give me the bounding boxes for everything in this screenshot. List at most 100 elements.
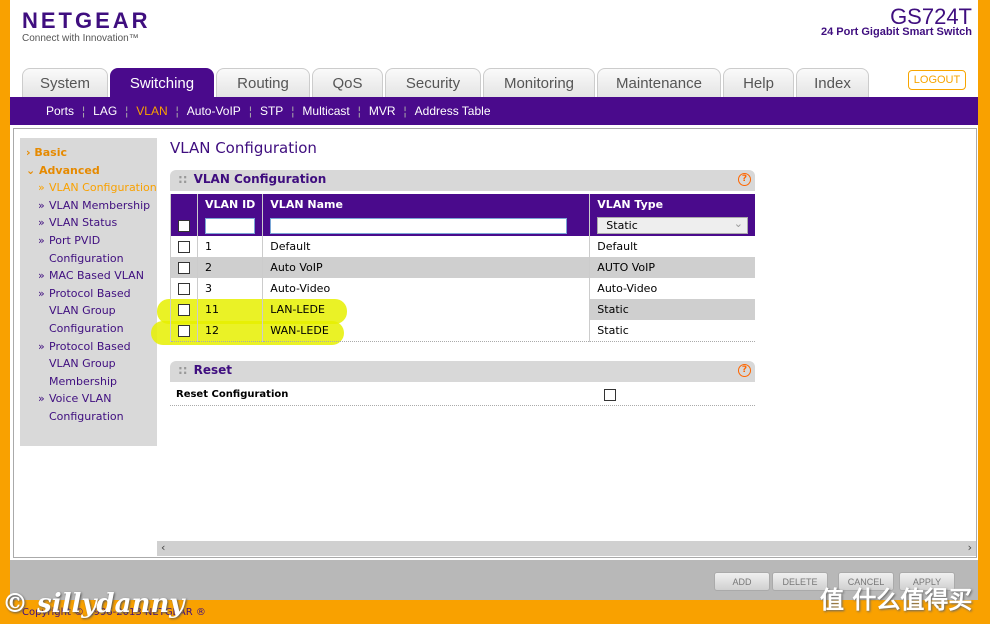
watermark-sillydanny: © sillydanny xyxy=(2,589,185,619)
cell-name: WAN-LEDE xyxy=(262,320,590,342)
tab-maintenance[interactable]: Maintenance xyxy=(597,68,721,97)
bullet-icon: » xyxy=(38,198,45,212)
reset-config-label: Reset Configuration xyxy=(176,389,289,400)
cell-name: Auto VoIP xyxy=(262,257,590,278)
table-row: 3 Auto-Video Auto-Video xyxy=(170,278,755,299)
watermark-smzdm: 值 什么值得买 xyxy=(820,586,973,614)
cell-id: 3 xyxy=(196,278,263,299)
row-checkbox[interactable] xyxy=(178,324,190,337)
vlan-name-input[interactable] xyxy=(270,217,568,234)
row-checkbox[interactable] xyxy=(178,241,190,253)
sidebar-item-label: Protocol Based VLAN Group Membership xyxy=(49,339,131,388)
sidebar-item-label: MAC Based VLAN xyxy=(49,269,144,283)
select-column-header xyxy=(170,194,198,215)
subnav-multicast[interactable]: Multicast xyxy=(294,104,357,118)
scroll-left-icon[interactable]: ‹ xyxy=(161,541,165,554)
sidebar-item[interactable]: » Voice VLAN Configuration xyxy=(26,390,157,425)
scroll-right-icon[interactable]: › xyxy=(968,541,972,554)
select-cell xyxy=(170,236,198,257)
subnav-vlan[interactable]: VLAN xyxy=(128,104,175,118)
tab-monitoring[interactable]: Monitoring xyxy=(483,68,595,97)
cell-type: Static xyxy=(589,320,755,342)
sidebar-item-label: VLAN Configuration xyxy=(49,181,157,195)
tab-switching[interactable]: Switching xyxy=(110,68,214,97)
help-icon[interactable]: ? xyxy=(738,173,751,186)
logout-button[interactable]: LOGOUT xyxy=(908,70,966,90)
sidebar-item[interactable]: » VLAN Membership xyxy=(26,197,157,215)
subnav-address-table[interactable]: Address Table xyxy=(407,104,499,118)
row-checkbox[interactable] xyxy=(178,283,190,295)
cell-id: 12 xyxy=(196,320,263,342)
tab-qos[interactable]: QoS xyxy=(312,68,383,97)
add-button[interactable]: ADD xyxy=(714,572,770,591)
help-icon[interactable]: ? xyxy=(738,364,751,377)
tab-help[interactable]: Help xyxy=(723,68,794,97)
select-cell xyxy=(170,320,198,342)
reset-title: Reset xyxy=(193,363,233,377)
sidebar-item-label: VLAN Membership xyxy=(49,198,151,212)
tagline: Connect with Innovation™ xyxy=(22,33,139,44)
tab-security[interactable]: Security xyxy=(385,68,481,97)
table-row: 12 WAN-LEDE Static xyxy=(170,320,755,342)
cell-id: 2 xyxy=(196,257,263,278)
bullet-icon: » xyxy=(38,216,45,230)
reset-header: :: Reset? xyxy=(170,361,755,382)
row-checkbox[interactable] xyxy=(178,304,190,316)
main-tabs: System Switching Routing QoS Security Monitor… xyxy=(22,68,869,97)
vlan-type-select[interactable]: Static xyxy=(597,216,748,234)
select-cell xyxy=(170,299,198,320)
cell-type: Static xyxy=(589,299,755,320)
bullet-icon: » xyxy=(38,269,45,283)
subnav-ports[interactable]: Ports xyxy=(38,104,82,118)
reset-row: Reset Configuration xyxy=(170,385,755,406)
table-row: 1 Default Default xyxy=(170,236,755,257)
tab-routing[interactable]: Routing xyxy=(216,68,310,97)
subnav-mvr[interactable]: MVR xyxy=(361,104,404,118)
sidebar-item[interactable]: » Protocol Based VLAN Group Configuration xyxy=(26,285,157,338)
horizontal-scrollbar[interactable]: ‹ › xyxy=(157,541,976,556)
sidebar-item[interactable]: » MAC Based VLAN xyxy=(26,267,157,285)
column-header: VLAN Type xyxy=(589,194,755,215)
sidebar-item[interactable]: » Port PVID Configuration xyxy=(26,232,157,267)
sidebar-basic[interactable]: › Basic xyxy=(26,144,157,162)
cell-name: Auto-Video xyxy=(262,278,590,299)
cell-name: LAN-LEDE xyxy=(262,299,590,320)
sidebar-advanced[interactable]: ⌄ Advanced xyxy=(26,162,157,180)
subnav-lag[interactable]: LAG xyxy=(85,104,125,118)
model-description: 24 Port Gigabit Smart Switch xyxy=(821,26,972,38)
cell-type: Default xyxy=(589,236,755,257)
sidebar: › Basic ⌄ Advanced » VLAN Configuration » V… xyxy=(20,138,157,446)
netgear-logo: NETGEAR xyxy=(22,8,151,33)
sidebar-advanced-label: Advanced xyxy=(39,163,100,177)
row-checkbox[interactable] xyxy=(178,262,190,274)
sidebar-item-label: Port PVID Configuration xyxy=(49,233,124,265)
subnav-stp[interactable]: STP xyxy=(252,104,291,118)
bullet-icon: » xyxy=(38,233,45,247)
vlan-config-header: :: VLAN Configuration? xyxy=(170,170,755,191)
sidebar-item-label: VLAN Status xyxy=(49,216,118,230)
sidebar-item[interactable]: » VLAN Configuration xyxy=(26,179,157,197)
column-header: VLAN ID xyxy=(196,194,263,215)
bullet-icon: » xyxy=(38,339,45,353)
sidebar-item-label: Voice VLAN Configuration xyxy=(49,392,124,423)
table-row: 11 LAN-LEDE Static xyxy=(170,299,755,320)
table-row: 2 Auto VoIP AUTO VoIP xyxy=(170,257,755,278)
cell-id: 11 xyxy=(196,299,263,320)
cell-type: AUTO VoIP xyxy=(589,257,755,278)
reset-config-checkbox[interactable] xyxy=(604,389,616,401)
cell-name: Default xyxy=(262,236,590,257)
vlan-table: VLAN ID VLAN Name VLAN Type Static 1Defa… xyxy=(170,194,755,342)
sidebar-item[interactable]: » VLAN Status xyxy=(26,214,157,232)
bullet-icon: » xyxy=(38,286,45,300)
sidebar-item-label: Protocol Based VLAN Group Configuration xyxy=(49,286,131,335)
select-cell xyxy=(170,257,198,278)
sidebar-basic-label: Basic xyxy=(34,146,68,159)
sidebar-item[interactable]: » Protocol Based VLAN Group Membership xyxy=(26,338,157,391)
page-title: VLAN Configuration xyxy=(170,139,317,157)
select-all-checkbox[interactable] xyxy=(178,220,190,232)
vlan-id-input[interactable] xyxy=(205,217,256,234)
tab-system[interactable]: System xyxy=(22,68,108,97)
tab-index[interactable]: Index xyxy=(796,68,869,97)
subnav-auto-voip[interactable]: Auto-VoIP xyxy=(179,104,249,118)
bullet-icon: » xyxy=(38,392,45,406)
